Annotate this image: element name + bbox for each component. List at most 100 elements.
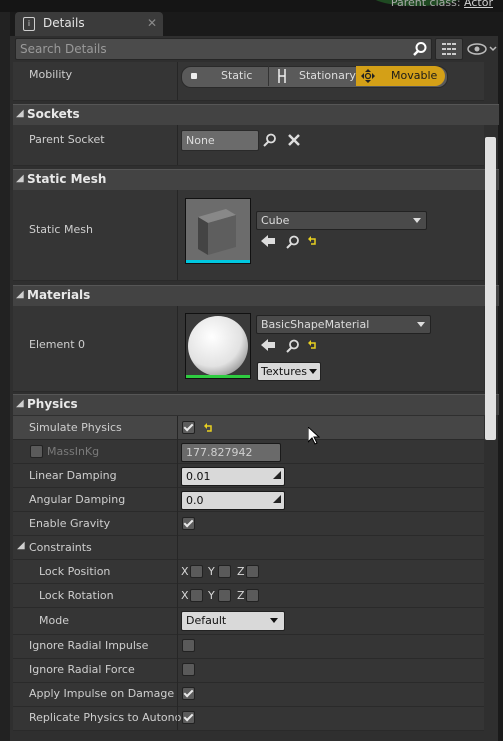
ignore-radial-impulse-checkbox[interactable] bbox=[182, 639, 195, 652]
element-label: Element 0 bbox=[29, 338, 86, 351]
axis-label-x: X bbox=[181, 565, 189, 578]
chevron-down-icon bbox=[270, 618, 278, 623]
details-icon: i bbox=[23, 17, 35, 31]
mesh-type-bar bbox=[186, 260, 250, 263]
material-type-bar bbox=[186, 375, 250, 378]
column-separator bbox=[177, 190, 178, 280]
lock-position-x-checkbox[interactable] bbox=[190, 565, 203, 578]
collapse-triangle-icon: ◢ bbox=[16, 398, 24, 409]
material-thumbnail[interactable] bbox=[185, 313, 251, 379]
parent-socket-field[interactable]: None bbox=[181, 130, 259, 151]
clear-icon[interactable] bbox=[288, 134, 300, 146]
lock-rotation-x-checkbox[interactable] bbox=[190, 589, 203, 602]
material-value: BasicShapeMaterial bbox=[261, 318, 370, 331]
collapse-triangle-icon: ◢ bbox=[16, 108, 24, 119]
search-input[interactable]: Search Details bbox=[15, 38, 432, 60]
lock-rotation-z-checkbox[interactable] bbox=[246, 589, 259, 602]
mouse-cursor-icon bbox=[308, 427, 320, 445]
simulate-physics-checkbox[interactable] bbox=[182, 421, 195, 434]
linear-damping-value: 0.01 bbox=[186, 470, 211, 483]
sphere-icon bbox=[188, 316, 248, 376]
search-placeholder: Search Details bbox=[20, 42, 107, 56]
view-options-button[interactable] bbox=[435, 38, 463, 60]
category-title: Sockets bbox=[27, 107, 80, 121]
reset-icon[interactable] bbox=[308, 236, 318, 246]
mode-dropdown[interactable]: Default bbox=[181, 611, 285, 631]
category-static-mesh[interactable]: ◢ Static Mesh bbox=[13, 169, 499, 190]
mass-label: MassInKg bbox=[47, 445, 100, 458]
angular-damping-value: 0.0 bbox=[186, 494, 204, 507]
static-mesh-label: Static Mesh bbox=[29, 223, 93, 236]
category-materials[interactable]: ◢ Materials bbox=[13, 285, 499, 306]
stationary-icon bbox=[278, 69, 286, 83]
collapse-triangle-icon: ◢ bbox=[16, 173, 24, 184]
angular-damping-label: Angular Damping bbox=[29, 493, 126, 506]
collapse-triangle-icon: ◢ bbox=[16, 289, 24, 300]
title-strip: Parent class: Actor bbox=[0, 0, 503, 12]
angular-damping-field[interactable]: 0.0 bbox=[181, 491, 285, 510]
reset-icon[interactable] bbox=[308, 340, 318, 350]
category-title: Physics bbox=[27, 397, 78, 411]
mass-value: 177.827942 bbox=[186, 446, 253, 459]
search-icon[interactable] bbox=[263, 133, 277, 147]
constraints-header-row[interactable]: ◢ Constraints bbox=[13, 536, 484, 560]
apply-impulse-checkbox[interactable] bbox=[182, 687, 195, 700]
textures-dropdown[interactable]: Textures bbox=[257, 362, 321, 381]
lock-rotation-y-checkbox[interactable] bbox=[218, 589, 231, 602]
static-icon bbox=[191, 73, 197, 79]
browse-icon[interactable] bbox=[286, 339, 300, 353]
collapse-triangle-icon: ◢ bbox=[17, 540, 25, 551]
lock-rotation-label: Lock Rotation bbox=[39, 589, 114, 602]
column-separator bbox=[177, 125, 178, 165]
use-selected-arrow-icon[interactable] bbox=[261, 339, 275, 351]
enable-gravity-row: Enable Gravity bbox=[13, 512, 484, 536]
replicate-physics-label: Replicate Physics to Autonom bbox=[29, 711, 191, 724]
browse-icon[interactable] bbox=[286, 235, 300, 249]
close-icon[interactable]: ✕ bbox=[147, 16, 157, 30]
reset-icon[interactable] bbox=[204, 423, 214, 433]
apply-impulse-row: Apply Impulse on Damage bbox=[13, 683, 484, 707]
ignore-radial-force-checkbox[interactable] bbox=[182, 663, 195, 676]
simulate-physics-label: Simulate Physics bbox=[29, 421, 122, 434]
textures-label: Textures bbox=[261, 365, 307, 378]
enable-gravity-checkbox[interactable] bbox=[182, 517, 195, 530]
lock-position-z-checkbox[interactable] bbox=[246, 565, 259, 578]
mass-field[interactable]: 177.827942 bbox=[181, 443, 281, 462]
material-combo[interactable]: BasicShapeMaterial bbox=[256, 315, 431, 334]
lock-position-label: Lock Position bbox=[39, 565, 111, 578]
linear-damping-label: Linear Damping bbox=[29, 469, 117, 482]
tab-title: Details bbox=[43, 16, 85, 30]
stationary-label: Stationary bbox=[299, 69, 356, 82]
category-physics[interactable]: ◢ Physics bbox=[13, 394, 499, 415]
eye-icon bbox=[467, 43, 497, 55]
mobility-stationary[interactable]: Stationary bbox=[269, 66, 356, 86]
axis-label-y: Y bbox=[208, 589, 215, 602]
mesh-thumbnail[interactable] bbox=[185, 198, 251, 264]
static-mesh-value: Cube bbox=[261, 214, 290, 227]
static-mesh-combo[interactable]: Cube bbox=[256, 211, 427, 230]
resize-icon bbox=[273, 471, 281, 479]
search-icon[interactable] bbox=[412, 41, 428, 57]
chevron-down-icon bbox=[309, 369, 317, 374]
visibility-button[interactable] bbox=[465, 40, 499, 58]
simulate-physics-row: Simulate Physics bbox=[13, 416, 484, 440]
category-sockets[interactable]: ◢ Sockets bbox=[13, 104, 499, 125]
movable-label: Movable bbox=[391, 69, 438, 82]
tab-details[interactable]: i Details ✕ bbox=[15, 12, 163, 36]
use-selected-arrow-icon[interactable] bbox=[261, 235, 275, 247]
parent-class-link[interactable]: Actor bbox=[464, 0, 493, 9]
enable-gravity-label: Enable Gravity bbox=[29, 517, 111, 530]
replicate-physics-checkbox[interactable] bbox=[182, 711, 195, 724]
vertical-scrollbar[interactable] bbox=[485, 137, 496, 440]
mobility-static[interactable]: Static bbox=[181, 66, 267, 86]
replicate-physics-row: Replicate Physics to Autonom bbox=[13, 707, 484, 731]
lock-position-y-checkbox[interactable] bbox=[218, 565, 231, 578]
mass-override-checkbox[interactable] bbox=[30, 445, 43, 458]
grid-icon bbox=[442, 43, 456, 55]
linear-damping-field[interactable]: 0.01 bbox=[181, 467, 285, 486]
mobility-movable[interactable]: Movable bbox=[356, 66, 445, 86]
column-separator bbox=[177, 416, 178, 730]
axis-label-y: Y bbox=[208, 565, 215, 578]
category-title: Materials bbox=[27, 288, 91, 302]
mode-value: Default bbox=[186, 614, 227, 627]
